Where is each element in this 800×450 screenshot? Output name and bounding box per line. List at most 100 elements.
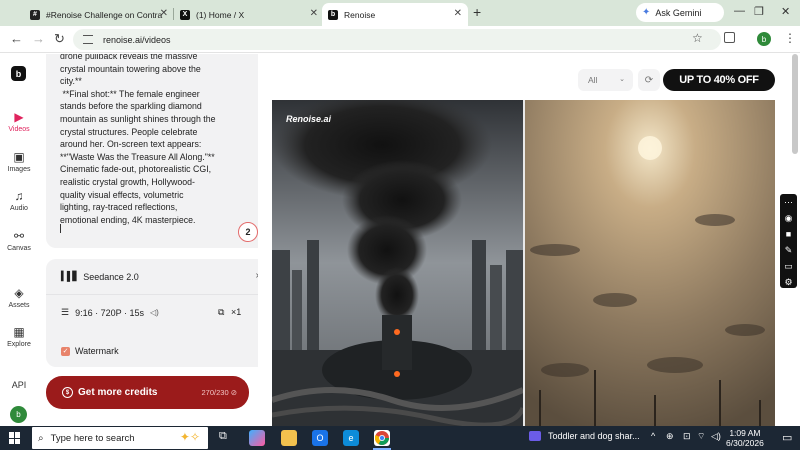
credits-counter: 270/230 ⊘ bbox=[201, 388, 238, 397]
x-favicon-icon: X bbox=[180, 9, 190, 20]
chrome-menu-icon[interactable]: ⋮ bbox=[784, 31, 796, 45]
settings-gear-icon[interactable]: ⚙ bbox=[780, 274, 797, 290]
output-count: ×1 bbox=[230, 307, 242, 317]
refresh-button[interactable]: ⟳ bbox=[638, 69, 660, 91]
wifi-icon[interactable]: ⌔ bbox=[697, 431, 705, 442]
sidebar-item-canvas[interactable]: ⚯ Canvas bbox=[0, 229, 38, 252]
profile-avatar[interactable]: b bbox=[757, 32, 771, 46]
ask-gemini-button[interactable]: ✦ Ask Gemini bbox=[636, 3, 724, 22]
watermark-checkbox[interactable]: ✓ bbox=[61, 346, 70, 356]
text-caret bbox=[60, 224, 61, 233]
back-arrow-icon[interactable]: ← bbox=[10, 31, 23, 46]
sidebar-item-assets[interactable]: ◈ Assets bbox=[0, 286, 38, 309]
file-explorer-icon[interactable] bbox=[281, 430, 297, 446]
close-tab-icon[interactable]: ✕ bbox=[310, 8, 318, 19]
reload-icon[interactable]: ↻ bbox=[54, 31, 65, 47]
renoise-logo[interactable]: b bbox=[11, 66, 26, 81]
windows-taskbar: ⌕ Type here to search ✦✧ ⧉ O e Toddler a… bbox=[0, 426, 800, 450]
media-play-icon bbox=[529, 431, 541, 441]
tab-x-home[interactable]: X (1) Home / X ✕ bbox=[174, 3, 324, 26]
tray-app-icon[interactable]: ⊕ bbox=[666, 431, 674, 442]
drag-handle-icon[interactable]: ⋯ bbox=[780, 194, 797, 210]
bookmark-star-icon[interactable]: ☆ bbox=[692, 31, 703, 45]
sidebar-item-audio[interactable]: ♫ Audio bbox=[0, 189, 38, 212]
sidebar-item-api[interactable]: API bbox=[0, 380, 38, 390]
taskbar-search[interactable]: ⌕ Type here to search ✦✧ bbox=[32, 427, 208, 449]
sliders-icon: ☰ bbox=[61, 307, 70, 317]
video-camera-icon[interactable]: ■ bbox=[780, 226, 797, 242]
sidebar-item-label: Videos bbox=[8, 126, 30, 133]
annotation-badge: 2 bbox=[238, 222, 258, 242]
sidebar-item-label: Assets bbox=[8, 302, 30, 309]
forward-arrow-icon[interactable]: → bbox=[32, 31, 45, 46]
video-icon: ▶ bbox=[14, 110, 24, 124]
address-bar[interactable]: renoise.ai/videos bbox=[73, 29, 721, 50]
new-tab-plus-icon[interactable]: + bbox=[473, 4, 481, 20]
outlook-icon[interactable]: O bbox=[312, 430, 328, 446]
media-widget[interactable]: Toddler and dog shar... bbox=[529, 431, 640, 441]
get-more-credits-button[interactable]: $ Get more credits 270/230 ⊘ bbox=[46, 376, 249, 409]
url-text: renoise.ai/videos bbox=[103, 34, 171, 45]
mic-off-icon[interactable]: ✎ bbox=[780, 242, 797, 258]
tab-renoise[interactable]: b Renoise ✕ bbox=[322, 3, 468, 26]
tab-renoise-challenge[interactable]: # #Renoise Challenge on Contra ✕ bbox=[24, 3, 174, 26]
tab-title: #Renoise Challenge on Contra bbox=[46, 9, 163, 20]
minimize-icon[interactable]: — bbox=[734, 5, 745, 17]
chevron-up-icon[interactable]: ^ bbox=[651, 431, 655, 441]
recording-toolbar: ⋯ ◉ ■ ✎ ▭ ⚙ bbox=[780, 194, 797, 288]
extensions-icon[interactable] bbox=[724, 32, 735, 43]
chrome-icon[interactable] bbox=[374, 430, 390, 446]
sidebar-item-label: Images bbox=[7, 166, 31, 173]
main-scrollbar[interactable] bbox=[792, 54, 798, 154]
video-params-button[interactable]: ☰ 9:16 · 720P · 15s ◁) bbox=[61, 307, 159, 318]
credits-button-label: Get more credits bbox=[78, 387, 158, 398]
chevron-down-icon: ⌄ bbox=[619, 76, 625, 83]
image-icon: ▣ bbox=[13, 150, 25, 164]
sidebar-item-explore[interactable]: ▦ Explore bbox=[0, 325, 38, 348]
close-window-icon[interactable]: ✕ bbox=[781, 5, 790, 18]
output-count-button[interactable]: ⧉ ×1 bbox=[218, 307, 241, 318]
audio-icon: ♫ bbox=[14, 189, 24, 203]
video-frame-polluted-city bbox=[525, 100, 775, 426]
sidebar-item-label: Explore bbox=[7, 341, 31, 348]
camera-icon[interactable]: ◉ bbox=[780, 210, 797, 226]
system-clock[interactable]: 1:09 AM 6/30/2026 bbox=[726, 428, 764, 448]
video-frame-industrial: Renoise.ai bbox=[272, 100, 523, 426]
user-avatar[interactable]: b bbox=[10, 406, 27, 423]
window-icon[interactable]: ▭ bbox=[780, 258, 797, 274]
tab-title: Renoise bbox=[344, 9, 376, 20]
composer-panel: drone pullback reveals the massive cryst… bbox=[38, 54, 278, 426]
clock-time: 1:09 AM bbox=[729, 428, 761, 438]
volume-icon[interactable]: ◁) bbox=[711, 431, 721, 442]
windows-start-icon[interactable] bbox=[9, 432, 21, 444]
task-view-icon[interactable]: ⧉ bbox=[219, 430, 227, 443]
sidebar-item-label: Canvas bbox=[7, 245, 31, 252]
video-preview[interactable]: Renoise.ai bbox=[272, 100, 775, 426]
sidebar-item-images[interactable]: ▣ Images bbox=[0, 150, 38, 173]
sidebar-item-label: Audio bbox=[10, 205, 28, 212]
canvas-icon: ⚯ bbox=[13, 229, 25, 243]
copilot-sparkle-icon: ✦✧ bbox=[179, 430, 200, 444]
close-tab-icon[interactable]: ✕ bbox=[160, 8, 168, 19]
promo-banner[interactable]: UP TO 40% OFF bbox=[663, 69, 775, 91]
search-placeholder: Type here to search bbox=[50, 432, 135, 444]
network-icon[interactable]: ⊡ bbox=[683, 431, 691, 442]
copilot-app-icon[interactable] bbox=[249, 430, 265, 446]
refresh-icon: ⟳ bbox=[644, 74, 654, 86]
browser-toolbar: ← → ↻ renoise.ai/videos ☆ b ⋮ bbox=[0, 26, 800, 53]
restore-icon[interactable]: ❐ bbox=[754, 5, 764, 18]
media-title: Toddler and dog shar... bbox=[548, 431, 640, 441]
site-info-icon[interactable] bbox=[83, 35, 93, 44]
filter-dropdown[interactable]: All ⌄ bbox=[578, 69, 633, 91]
sidebar-item-videos[interactable]: ▶ Videos bbox=[0, 110, 38, 133]
assets-icon: ◈ bbox=[14, 286, 24, 300]
watermark-toggle[interactable]: ✓ Watermark bbox=[61, 346, 119, 356]
notifications-icon[interactable]: ▭ bbox=[782, 431, 792, 444]
gemini-sparkle-icon: ✦ bbox=[642, 7, 651, 18]
copies-icon: ⧉ bbox=[218, 307, 225, 317]
edge-icon[interactable]: e bbox=[343, 430, 359, 446]
coin-icon: $ bbox=[62, 387, 73, 398]
close-tab-icon[interactable]: ✕ bbox=[454, 8, 462, 19]
prompt-textarea[interactable]: drone pullback reveals the massive cryst… bbox=[46, 54, 278, 248]
model-selector[interactable]: ▍▌▋ Seedance 2.0 › bbox=[46, 259, 274, 295]
